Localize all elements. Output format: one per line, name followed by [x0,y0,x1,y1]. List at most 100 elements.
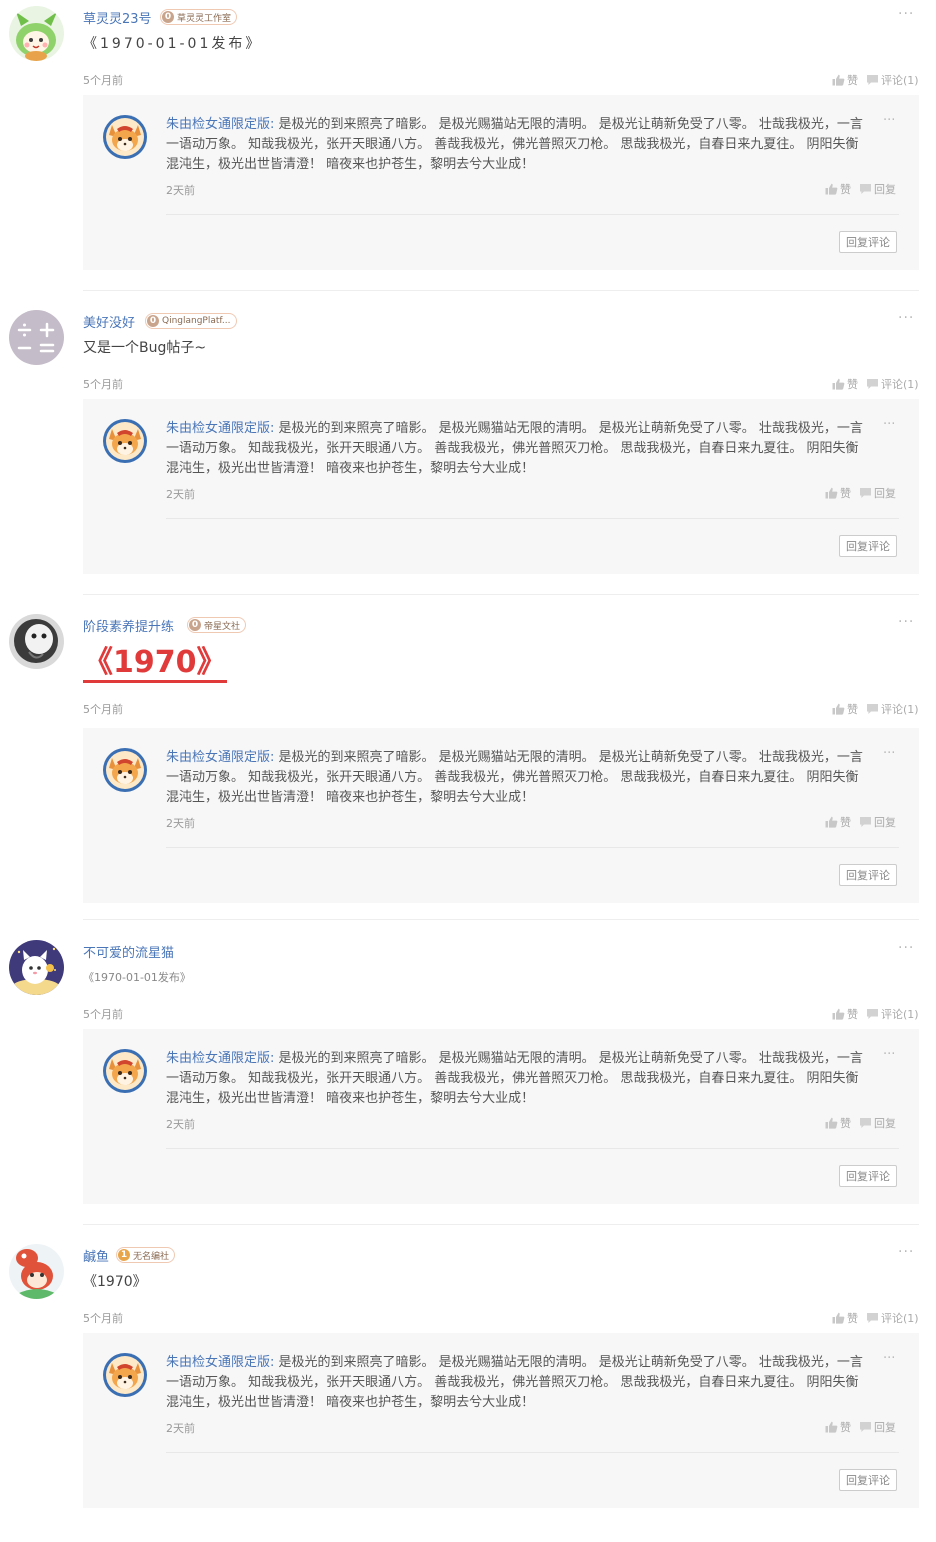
user-avatar[interactable] [9,614,64,669]
badge-name: 帝星文社 [204,621,241,632]
comment-bubble-icon [866,1008,879,1020]
user-avatar[interactable] [9,1244,64,1299]
user-avatar[interactable] [9,310,64,365]
reply-more-options-icon[interactable]: ··· [883,417,895,432]
comment-separator [83,594,919,595]
reply-author[interactable]: 朱由检女通限定版: [166,117,274,132]
reply-reply-button[interactable]: 回复 [859,1419,896,1435]
reply-time: 2天前 [166,817,195,830]
comment-item: 不可爱的流星猫 ··· 《1970-01-01发布》 5个月前 赞 评论(1) … [0,934,936,1238]
author-name[interactable]: 美好没好 [83,312,135,331]
comment-bubble-icon [859,1117,872,1129]
comment-bubble-icon [859,183,872,195]
divider [166,1452,899,1453]
reply-text-block: 朱由检女通限定版: 是极光的到来照亮了暗影。 是极光赐猫站无限的清明。 是极光让… [166,115,866,175]
studio-badge[interactable]: 0 草灵灵工作室 [160,9,238,25]
comment-count-button[interactable]: 评论(1) [866,701,919,717]
thumbs-up-icon [825,816,838,828]
user-avatar[interactable] [9,6,64,61]
reply-avatar[interactable] [103,1353,147,1397]
comment-bubble-icon [866,74,879,86]
author-name[interactable]: 草灵灵23号 [83,8,152,27]
like-button[interactable]: 赞 [832,376,858,392]
thumbs-up-icon [832,74,845,86]
reply-time: 2天前 [166,1118,195,1131]
reply-avatar[interactable] [103,419,147,463]
author-name[interactable]: 不可爱的流星猫 [83,942,174,961]
more-options-icon[interactable]: ··· [898,614,914,630]
reply-author[interactable]: 朱由检女通限定版: [166,1051,274,1066]
comment-count-label: 评论(1) [881,74,919,87]
reply-like-button[interactable]: 赞 [825,1115,851,1131]
comment-separator [83,1224,919,1225]
comment-content: 《1970-01-01发布》 [83,36,263,52]
reply-avatar[interactable] [103,748,147,792]
comment-bubble-icon [866,703,879,715]
reply-actions: 赞 回复 [825,485,896,501]
reply-comment-button[interactable]: 回复评论 [839,1165,897,1187]
studio-badge[interactable]: 0 帝星文社 [187,617,247,633]
like-button[interactable]: 赞 [832,1310,858,1326]
reply-reply-button[interactable]: 回复 [859,1115,896,1131]
reply-more-options-icon[interactable]: ··· [883,746,895,761]
comment-content: 《1970》 [83,1274,147,1290]
thumbs-up-icon [825,1117,838,1129]
comment-count-button[interactable]: 评论(1) [866,376,919,392]
more-options-icon[interactable]: ··· [898,6,914,22]
reply-reply-button[interactable]: 回复 [859,181,896,197]
thumbs-up-icon [832,1008,845,1020]
user-avatar[interactable] [9,940,64,995]
comment-content: 《1970》 [83,646,227,683]
comment-count-button[interactable]: 评论(1) [866,1006,919,1022]
more-options-icon[interactable]: ··· [898,940,914,956]
comment-separator [83,290,919,291]
reply-author[interactable]: 朱由检女通限定版: [166,421,274,436]
reply-more-options-icon[interactable]: ··· [883,1351,895,1366]
reply-more-options-icon[interactable]: ··· [883,113,895,128]
reply-comment-button[interactable]: 回复评论 [839,864,897,886]
thumbs-up-icon [825,1421,838,1433]
like-button[interactable]: 赞 [832,1006,858,1022]
reply-actions: 赞 回复 [825,814,896,830]
reply-comment-button[interactable]: 回复评论 [839,535,897,557]
reply-reply-button[interactable]: 回复 [859,814,896,830]
reply-like-button[interactable]: 赞 [825,814,851,830]
reply-like-button[interactable]: 赞 [825,1419,851,1435]
divider [166,214,899,215]
author-name[interactable]: 鹹鱼 [83,1246,109,1265]
reply-comment-button[interactable]: 回复评论 [839,231,897,253]
studio-badge[interactable]: 0 QinglangPlatf... [145,313,237,329]
reply-time: 2天前 [166,1422,195,1435]
studio-badge[interactable]: 1 无名编社 [116,1247,176,1263]
reply-box: 朱由检女通限定版: 是极光的到来照亮了暗影。 是极光赐猫站无限的清明。 是极光让… [83,95,919,270]
more-options-icon[interactable]: ··· [898,310,914,326]
reply-like-label: 赞 [840,1117,851,1130]
comment-time: 5个月前 [83,74,123,87]
reply-comment-button[interactable]: 回复评论 [839,1469,897,1491]
comment-count-label: 评论(1) [881,1312,919,1325]
reply-author[interactable]: 朱由检女通限定版: [166,750,274,765]
reply-actions: 赞 回复 [825,181,896,197]
reply-avatar[interactable] [103,1049,147,1093]
author-name[interactable]: 阶段素养提升练 [83,616,174,635]
comment-bubble-icon [859,816,872,828]
reply-avatar[interactable] [103,115,147,159]
reply-like-button[interactable]: 赞 [825,485,851,501]
reply-more-options-icon[interactable]: ··· [883,1047,895,1062]
badge-level: 1 [118,1249,130,1261]
reply-reply-label: 回复 [874,487,896,500]
comment-count-label: 评论(1) [881,703,919,716]
reply-like-button[interactable]: 赞 [825,181,851,197]
comment-count-button[interactable]: 评论(1) [866,72,919,88]
comment-actions: 赞 评论(1) [832,701,919,717]
like-button[interactable]: 赞 [832,72,858,88]
reply-reply-button[interactable]: 回复 [859,485,896,501]
like-button[interactable]: 赞 [832,701,858,717]
comment-item: 鹹鱼 1 无名编社 ··· 《1970》 5个月前 赞 评论(1) 朱由检女通限… [0,1238,936,1542]
reply-box: 朱由检女通限定版: 是极光的到来照亮了暗影。 是极光赐猫站无限的清明。 是极光让… [83,399,919,574]
comment-count-button[interactable]: 评论(1) [866,1310,919,1326]
comment-actions: 赞 评论(1) [832,1310,919,1326]
more-options-icon[interactable]: ··· [898,1244,914,1260]
divider [166,518,899,519]
reply-author[interactable]: 朱由检女通限定版: [166,1355,274,1370]
